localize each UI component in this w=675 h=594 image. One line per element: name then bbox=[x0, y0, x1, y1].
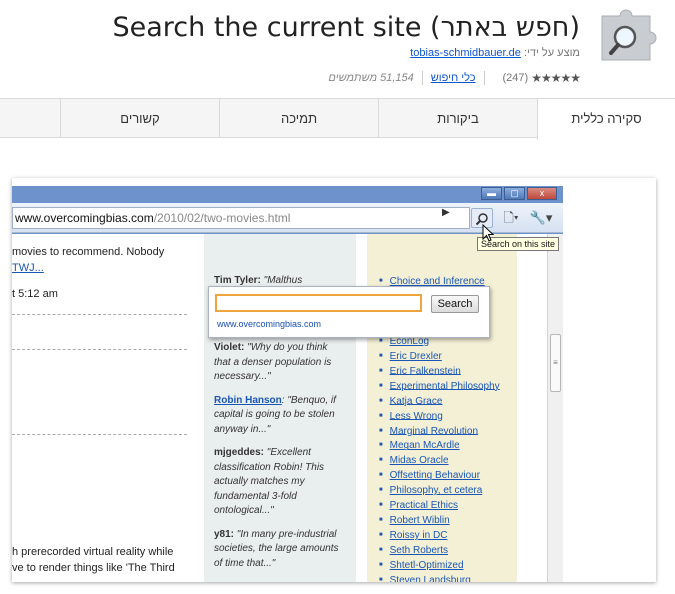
site-search-input[interactable] bbox=[215, 294, 422, 312]
comment-item: y81: "In many pre-industrial societies, … bbox=[214, 528, 346, 572]
minimize-button[interactable]: ▬ bbox=[481, 187, 502, 200]
comment-author: y81: bbox=[214, 528, 235, 540]
page-menu-icon[interactable]: 🗋▾ bbox=[500, 208, 522, 228]
blogroll-link[interactable]: Less Wrong bbox=[379, 409, 517, 424]
url-host: www.overcomingbias.com bbox=[15, 211, 154, 225]
browser-toolbar: www.overcomingbias.com/2010/02/two-movie… bbox=[12, 203, 563, 233]
blogroll-link[interactable]: Roissy in DC bbox=[379, 528, 517, 543]
window-controls: ▬ ▢ x bbox=[479, 187, 557, 200]
text-line: h prerecorded virtual reality while bbox=[12, 546, 174, 558]
blogroll-link[interactable]: Eric Falkenstein bbox=[379, 364, 517, 379]
blogroll-link[interactable]: Offsetting Behaviour bbox=[379, 468, 517, 483]
user-count: 51,154 משתמשים bbox=[328, 72, 414, 84]
text-line: movies to recommend. Nobody bbox=[12, 246, 165, 258]
blogroll-link[interactable]: Eric Drexler bbox=[379, 349, 517, 364]
search-button[interactable]: Search bbox=[431, 295, 479, 313]
category-link[interactable]: כלי חיפוש bbox=[431, 72, 476, 84]
blogroll-link[interactable]: Shtetl-Optimized bbox=[379, 558, 517, 573]
text-line: ve to render things like 'The Third bbox=[12, 562, 175, 574]
scrollbar-thumb[interactable]: ≡ bbox=[550, 334, 561, 392]
blogroll-link[interactable]: Practical Ethics bbox=[379, 498, 517, 513]
extension-icon bbox=[596, 6, 658, 64]
search-popup: Search www.overcomingbias.com bbox=[208, 286, 490, 338]
comment-author: Tim Tyler: bbox=[214, 275, 261, 286]
comment-item: mjgeddes: "Excellent classification Robi… bbox=[214, 446, 346, 519]
blogroll-link[interactable]: Seth Roberts bbox=[379, 543, 517, 558]
comment-author: Violet: bbox=[214, 342, 245, 353]
comment-item: Violet: "Why do you think that a denser … bbox=[214, 341, 346, 385]
developer-byline: מוצע על ידי: tobias-schmidbauer.de bbox=[410, 47, 580, 59]
url-path: /2010/02/two-movies.html bbox=[153, 211, 291, 225]
address-bar[interactable]: www.overcomingbias.com/2010/02/two-movie… bbox=[12, 207, 470, 229]
tab-reviews[interactable]: ביקורות bbox=[378, 99, 537, 138]
timestamp: t 5:12 am bbox=[12, 288, 58, 300]
divider bbox=[12, 314, 187, 315]
divider bbox=[483, 71, 485, 85]
extension-detail-page: Search the current site (חפש באתר) מוצע … bbox=[0, 0, 675, 594]
meta-row: ★★★★★ (247) כלי חיפוש 51,154 משתמשים bbox=[328, 70, 581, 86]
wrench-menu-icon[interactable]: 🔧▾ bbox=[528, 208, 554, 228]
blogroll-link[interactable]: Midas Oracle bbox=[379, 453, 517, 468]
close-button[interactable]: x bbox=[527, 187, 557, 200]
divider bbox=[421, 71, 423, 85]
rating-stars-icon: ★★★★★ bbox=[531, 71, 581, 85]
web-page: movies to recommend. Nobody TWJ... t 5:1… bbox=[12, 234, 563, 582]
divider bbox=[12, 434, 187, 435]
scrollbar[interactable]: ≡ bbox=[547, 234, 563, 582]
developer-link[interactable]: tobias-schmidbauer.de bbox=[410, 47, 521, 59]
search-site-domain: www.overcomingbias.com bbox=[217, 319, 322, 329]
tab-related[interactable]: קשורים bbox=[60, 99, 219, 138]
tab-bar: סקירה כללית ביקורות תמיכה קשורים bbox=[0, 98, 675, 140]
tab-support[interactable]: תמיכה bbox=[219, 99, 378, 138]
tab-overview[interactable]: סקירה כללית bbox=[537, 99, 675, 140]
byline-prefix: מוצע על ידי: bbox=[523, 47, 580, 59]
comment-item: Robin Hanson: "Benquo, if capital is goi… bbox=[214, 394, 346, 438]
text-link[interactable]: TWJ... bbox=[12, 260, 44, 276]
cursor-icon bbox=[482, 224, 495, 242]
extension-title: Search the current site (חפש באתר) bbox=[112, 12, 580, 43]
blogroll-link[interactable]: Katja Grace bbox=[379, 394, 517, 409]
blogroll-link[interactable]: Steven Landsburg bbox=[379, 573, 517, 582]
blogroll-link[interactable]: Megan McArdle bbox=[379, 438, 517, 453]
comment-author-link[interactable]: Robin Hanson bbox=[214, 395, 282, 406]
comment-author: mjgeddes: bbox=[214, 447, 265, 458]
extension-screenshot[interactable]: ▬ ▢ x www.overcomingbias.com/2010/02/two… bbox=[12, 178, 656, 582]
blogroll-link[interactable]: Robert Wiblin bbox=[379, 513, 517, 528]
blogroll-link[interactable]: Marginal Revolution bbox=[379, 424, 517, 439]
blogroll-link[interactable]: Experimental Philosophy bbox=[379, 379, 517, 394]
browser-window: ▬ ▢ x www.overcomingbias.com/2010/02/two… bbox=[12, 186, 563, 582]
go-icon[interactable]: ▶ bbox=[442, 207, 450, 218]
divider bbox=[12, 349, 187, 350]
rating-count[interactable]: (247) bbox=[503, 72, 529, 84]
blogroll-link[interactable]: Philosophy, et cetera bbox=[379, 483, 517, 498]
maximize-button[interactable]: ▢ bbox=[504, 187, 525, 200]
